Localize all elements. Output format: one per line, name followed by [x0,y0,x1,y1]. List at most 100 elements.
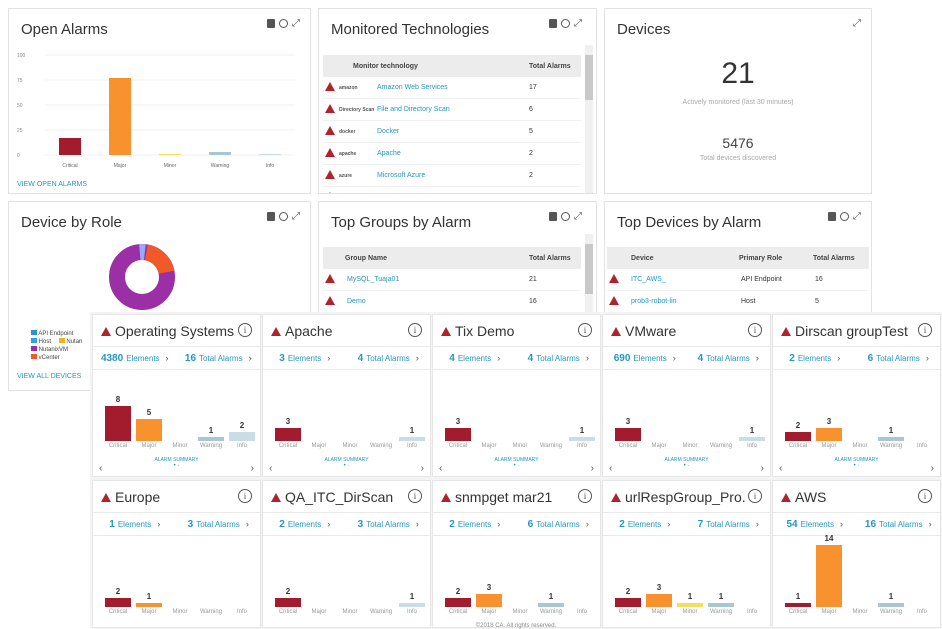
chevron-left-icon[interactable]: ‹ [779,463,782,474]
chevron-right-icon[interactable]: › [591,463,594,474]
total-alarms-link[interactable]: 16 Total Alarms › [857,519,941,530]
info-icon[interactable]: i [408,323,422,337]
table-row[interactable]: ITC_AWS_ API Endpoint 16 [607,269,869,291]
group-name[interactable]: MySQL_Tuaja01 [347,276,529,283]
card-title[interactable]: Operating Systems [101,323,236,339]
alarm-card[interactable]: Operating Systems i 4380 Elements › 16 Total A… [92,314,261,477]
bar-critical[interactable] [105,598,131,607]
bar-info[interactable] [259,154,281,155]
device-name[interactable]: ITC_AWS_ [631,276,741,283]
technology-name[interactable]: Microsoft Azure [377,172,529,179]
bar-minor[interactable] [677,602,703,607]
card-title[interactable]: urlRespGroup_Pro... [611,489,746,505]
chevron-left-icon[interactable]: ‹ [99,463,102,474]
bar-info[interactable] [569,436,595,441]
alarm-card[interactable]: AWS i 54 Elements › 16 Total Alarms › 1 Critical 1… [772,480,941,628]
expand-icon[interactable]: ⤢ [853,212,861,222]
elements-link[interactable]: 4 Elements › [433,353,517,364]
bar-warning[interactable] [878,436,904,441]
refresh-icon[interactable] [279,19,288,28]
total-alarms-link[interactable]: 7 Total Alarms › [687,519,771,530]
card-title[interactable]: Europe [101,489,236,505]
bar-minor[interactable] [159,154,181,155]
bar-warning[interactable] [209,152,231,155]
info-icon[interactable]: i [748,323,762,337]
refresh-icon[interactable] [279,212,288,221]
group-name[interactable]: Demo [347,298,529,305]
refresh-icon[interactable] [561,19,570,28]
expand-icon[interactable]: ⤢ [292,212,300,222]
bar-critical[interactable] [105,405,131,441]
total-alarms-link[interactable]: 4 Total Alarms › [517,353,601,364]
table-row[interactable]: amazon Amazon Web Services 17 [323,77,581,99]
bar-critical[interactable] [445,427,471,441]
card-title[interactable]: Apache [271,323,406,339]
scrollbar-thumb[interactable] [585,244,593,294]
bar-warning[interactable] [708,602,734,607]
card-title[interactable]: QA_ITC_DirScan [271,489,406,505]
export-icon[interactable] [267,19,275,28]
bar-major[interactable] [646,593,672,607]
chevron-left-icon[interactable]: ‹ [609,463,612,474]
bar-critical[interactable] [59,138,81,155]
bar-major[interactable] [816,427,842,441]
elements-link[interactable]: 3 Elements › [263,353,347,364]
bar-critical[interactable] [785,602,811,607]
elements-link[interactable]: 2 Elements › [433,519,517,530]
bar-warning[interactable] [878,602,904,607]
refresh-icon[interactable] [561,212,570,221]
chevron-right-icon[interactable]: › [761,463,764,474]
view-open-alarms-link[interactable]: VIEW OPEN ALARMS [17,181,87,188]
bar-critical[interactable] [615,427,641,441]
total-alarms-link[interactable]: 6 Total Alarms › [517,519,601,530]
info-icon[interactable]: i [918,323,932,337]
bar-warning[interactable] [538,602,564,607]
card-title[interactable]: AWS [781,489,916,505]
info-icon[interactable]: i [578,489,592,503]
bar-critical[interactable] [615,598,641,607]
table-row[interactable]: MySQL_Tuaja01 21 [323,269,581,291]
total-alarms-link[interactable]: 4 Total Alarms › [687,353,771,364]
chevron-right-icon[interactable]: › [421,463,424,474]
export-icon[interactable] [267,212,275,221]
bar-major[interactable] [136,418,162,441]
info-icon[interactable]: i [238,323,252,337]
elements-link[interactable]: 4380 Elements › [93,353,177,364]
alarm-card[interactable]: Apache i 3 Elements › 4 Total Alarms › 3 Critical… [262,314,431,477]
elements-link[interactable]: 54 Elements › [773,519,857,530]
table-row[interactable]: Demo 16 [323,291,581,313]
elements-link[interactable]: 690 Elements › [603,353,687,364]
scrollbar-thumb[interactable] [585,55,593,100]
table-row[interactable]: Directory Scan File and Directory Scan 6 [323,99,581,121]
alarm-card[interactable]: Europe i 1 Elements › 3 Total Alarms › 2 Critical… [92,480,261,628]
bar-info[interactable] [399,602,425,607]
table-row[interactable]: openstackOpenStack2 [323,187,581,193]
bar-major[interactable] [476,593,502,607]
chevron-left-icon[interactable]: ‹ [269,463,272,474]
elements-link[interactable]: 1 Elements › [93,519,177,530]
total-alarms-link[interactable]: 16 Total Alarms › [177,353,261,364]
view-all-devices-link[interactable]: VIEW ALL DEVICES [17,373,81,380]
technology-name[interactable]: Amazon Web Services [377,84,529,91]
alarm-card[interactable]: urlRespGroup_Pro... i 2 Elements › 7 Total Ala… [602,480,771,628]
table-row[interactable]: docker Docker 5 [323,121,581,143]
total-alarms-link[interactable]: 6 Total Alarms › [857,353,941,364]
table-row[interactable]: prob3-robot-lin Host 5 [607,291,869,313]
alarm-card[interactable]: Dirscan groupTest i 2 Elements › 6 Total Alarm… [772,314,941,477]
chevron-right-icon[interactable]: › [251,463,254,474]
bar-major[interactable] [816,545,842,607]
info-icon[interactable]: i [918,489,932,503]
bar-warning[interactable] [198,436,224,441]
export-icon[interactable] [549,19,557,28]
bar-critical[interactable] [785,432,811,441]
technology-name[interactable]: File and Directory Scan [377,106,529,113]
device-name[interactable]: prob3-robot-lin [631,298,741,305]
chevron-right-icon[interactable]: › [931,463,934,474]
bar-info[interactable] [739,436,765,441]
bar-critical[interactable] [445,598,471,607]
total-alarms-link[interactable]: 3 Total Alarms › [347,519,431,530]
card-title[interactable]: snmpget mar21 [441,489,576,505]
expand-icon[interactable]: ⤢ [292,19,300,29]
bar-critical[interactable] [275,598,301,607]
refresh-icon[interactable] [840,212,849,221]
